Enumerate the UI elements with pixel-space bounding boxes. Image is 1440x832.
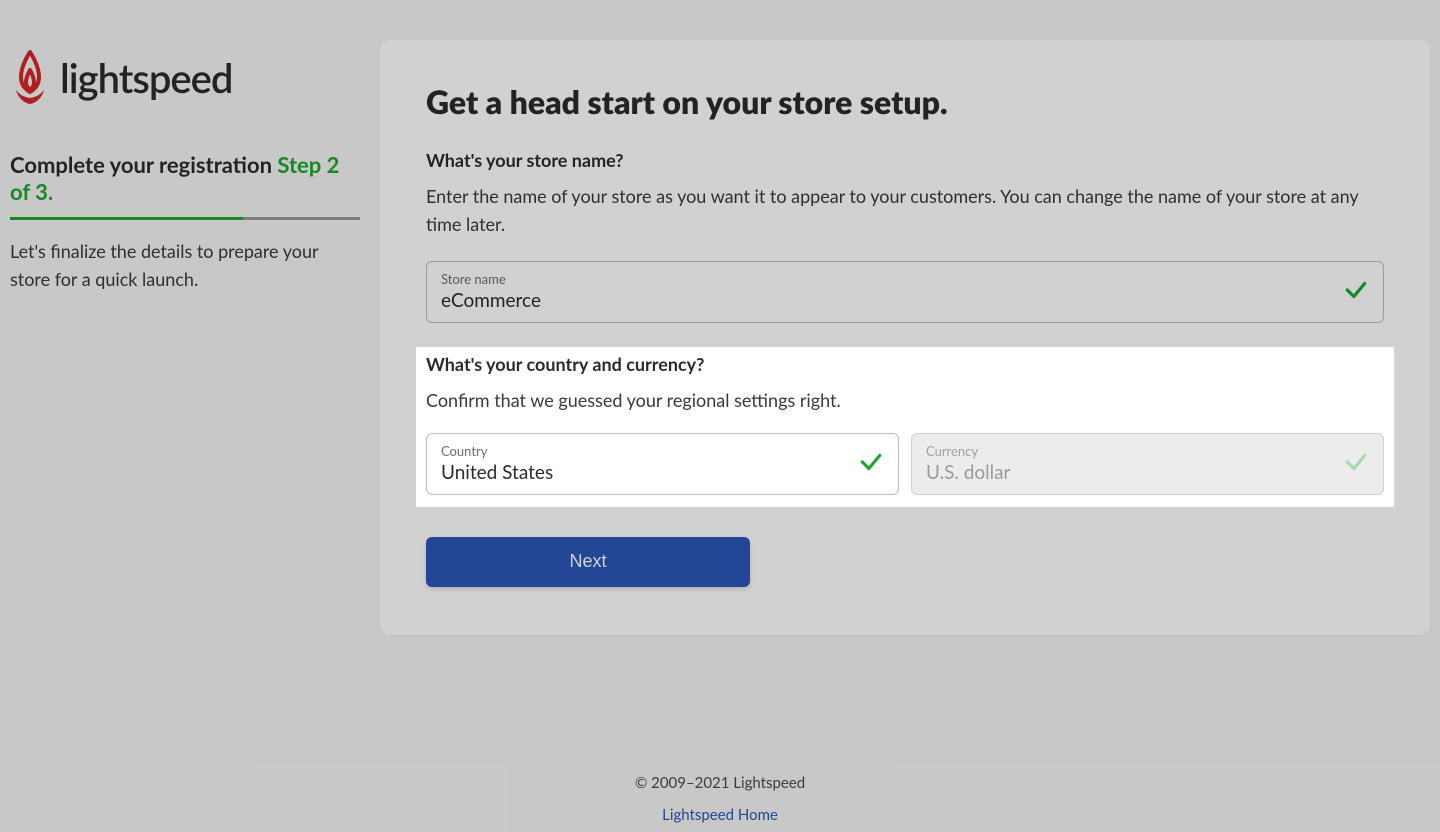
brand-logo: lightspeed	[10, 50, 360, 106]
progress-bar	[10, 217, 360, 220]
currency-value: U.S. dollar	[926, 461, 1367, 484]
copyright: © 2009–2021 Lightspeed	[0, 774, 1440, 792]
setup-card: Get a head start on your store setup. Wh…	[380, 40, 1430, 635]
currency-field[interactable]: Currency U.S. dollar	[911, 433, 1384, 495]
store-name-field-label: Store name	[441, 271, 1367, 287]
check-icon	[858, 449, 884, 479]
flame-icon	[10, 50, 50, 106]
registration-title: Complete your registration Step 2 of 3.	[10, 151, 360, 205]
section-region: What's your country and currency? Confir…	[426, 353, 1384, 495]
registration-description: Let's finalize the details to prepare yo…	[10, 238, 360, 294]
home-link[interactable]: Lightspeed Home	[0, 806, 1440, 824]
region-label: What's your country and currency?	[426, 353, 1384, 375]
check-icon	[1343, 449, 1369, 479]
country-field[interactable]: Country United States	[426, 433, 899, 495]
brand-name: lightspeed	[60, 54, 232, 102]
region-description: Confirm that we guessed your regional se…	[426, 387, 1384, 415]
store-name-description: Enter the name of your store as you want…	[426, 183, 1384, 239]
store-name-value: eCommerce	[441, 289, 1367, 312]
store-name-label: What's your store name?	[426, 149, 1384, 171]
store-name-field[interactable]: Store name eCommerce	[426, 261, 1384, 323]
registration-title-prefix: Complete your registration	[10, 151, 272, 178]
country-field-label: Country	[441, 443, 882, 459]
currency-field-label: Currency	[926, 443, 1367, 459]
footer: © 2009–2021 Lightspeed Lightspeed Home	[0, 774, 1440, 824]
progress-fill	[10, 217, 243, 220]
country-value: United States	[441, 461, 882, 484]
check-icon	[1343, 277, 1369, 307]
next-button[interactable]: Next	[426, 537, 750, 587]
section-store-name: What's your store name? Enter the name o…	[426, 149, 1384, 323]
sidebar: lightspeed Complete your registration St…	[10, 40, 360, 635]
page-title: Get a head start on your store setup.	[426, 82, 1384, 121]
